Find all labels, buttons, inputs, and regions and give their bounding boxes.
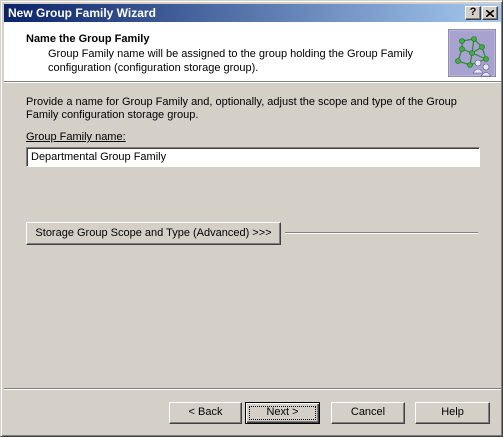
intro-text: Provide a name for Group Family and, opt…	[26, 96, 457, 121]
help-title-button[interactable]: ?	[465, 6, 481, 20]
close-button[interactable]	[482, 6, 498, 20]
close-icon	[485, 9, 495, 18]
header-divider	[4, 81, 501, 83]
cancel-button[interactable]: Cancel	[331, 402, 405, 424]
page-title: Name the Group Family	[26, 33, 150, 45]
group-network-icon	[448, 29, 496, 77]
advanced-scope-type-button[interactable]: Storage Group Scope and Type (Advanced) …	[26, 222, 281, 245]
help-button[interactable]: Help	[415, 402, 490, 424]
advanced-divider	[285, 232, 478, 234]
title-bar[interactable]: New Group Family Wizard ?	[4, 4, 501, 22]
group-family-name-input[interactable]	[26, 147, 480, 167]
window-title: New Group Family Wizard	[8, 6, 156, 20]
next-button[interactable]: Next >	[245, 402, 320, 424]
page-subtitle: Group Family name will be assigned to th…	[48, 48, 414, 74]
group-family-name-label: Group Family name:	[26, 131, 126, 143]
wizard-window: New Group Family Wizard ? Name the Group…	[0, 0, 503, 437]
wizard-header: Name the Group Family Group Family name …	[4, 22, 501, 81]
footer-divider	[4, 388, 501, 390]
help-icon: ?	[469, 6, 477, 18]
next-button-label: Next >	[266, 406, 299, 418]
back-button[interactable]: < Back	[169, 402, 242, 424]
